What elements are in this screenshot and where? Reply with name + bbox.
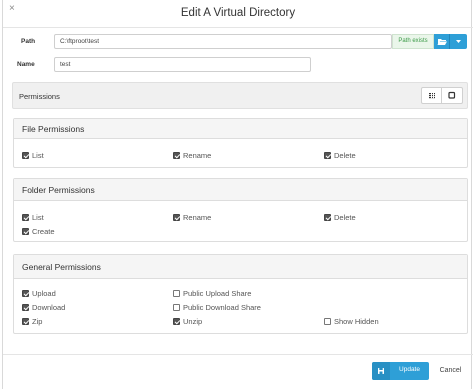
checkbox-label: Download xyxy=(32,303,66,312)
browse-folder-button[interactable] xyxy=(434,34,450,49)
general-permissions-title: General Permissions xyxy=(22,262,101,272)
checkbox-box xyxy=(22,228,29,235)
folder-open-icon xyxy=(437,39,447,45)
checkbox-label: Public Upload Share xyxy=(183,289,252,298)
checkbox-box xyxy=(324,318,331,325)
general-permissions-panel: General Permissions Upload Public Upload… xyxy=(13,254,468,334)
path-input[interactable]: C:\ftproot\test xyxy=(54,34,392,49)
permissions-header: Permissions xyxy=(12,82,468,109)
checkbox-label: Rename xyxy=(183,151,212,160)
checkbox-label: Delete xyxy=(334,151,356,160)
path-label: Path xyxy=(21,38,36,45)
checkbox-box xyxy=(22,290,29,297)
checkbox-label: Unzip xyxy=(183,317,203,326)
path-dropdown-button[interactable] xyxy=(450,34,467,49)
checkbox-box xyxy=(22,214,29,221)
checkbox-label: Rename xyxy=(183,213,212,222)
checkbox-box xyxy=(173,214,180,221)
file-permissions-header: File Permissions xyxy=(14,119,467,139)
checkbox-label: Zip xyxy=(32,317,43,326)
cancel-button[interactable]: Cancel xyxy=(434,362,467,380)
checkbox-label: List xyxy=(32,213,44,222)
single-view-button[interactable] xyxy=(442,88,462,103)
checkbox-label: Create xyxy=(32,227,55,236)
permissions-header-label: Permissions xyxy=(19,92,60,101)
permissions-view-toggle xyxy=(421,87,463,104)
checkbox-box xyxy=(324,152,331,159)
grid-icon xyxy=(429,93,435,99)
update-button-label: Update xyxy=(399,366,420,373)
dialog-title: Edit A Virtual Directory xyxy=(180,7,296,19)
checkbox-box xyxy=(22,152,29,159)
checkbox-box xyxy=(173,304,180,311)
path-status-badge: Path exists xyxy=(392,34,434,49)
checkbox-box xyxy=(173,152,180,159)
folder-permissions-header: Folder Permissions xyxy=(14,179,467,201)
checkbox-label: Delete xyxy=(334,213,356,222)
checkbox-label: List xyxy=(32,151,44,160)
folder-permissions-panel: Folder Permissions List Rename Delete Cr… xyxy=(13,178,468,242)
file-permissions-panel: File Permissions List Rename Delete xyxy=(13,118,468,168)
footer-divider xyxy=(3,354,473,355)
square-icon xyxy=(448,91,456,99)
update-button[interactable]: Update xyxy=(372,362,429,380)
checkbox-box xyxy=(173,318,180,325)
save-icon xyxy=(372,362,390,380)
checkbox-box xyxy=(173,290,180,297)
chevron-down-icon xyxy=(456,40,461,43)
folder-permissions-title: Folder Permissions xyxy=(22,185,95,195)
name-input[interactable]: test xyxy=(54,57,311,72)
checkbox-box xyxy=(324,214,331,221)
checkbox-label: Show Hidden xyxy=(334,317,379,326)
edit-virtual-directory-dialog: × Edit A Virtual Directory Path C:\ftpro… xyxy=(2,0,473,389)
checkbox-box xyxy=(22,304,29,311)
general-permissions-header: General Permissions xyxy=(14,255,467,279)
header-divider xyxy=(3,27,473,28)
checkbox-label: Public Download Share xyxy=(183,303,261,312)
checkbox-label: Upload xyxy=(32,289,56,298)
file-permissions-title: File Permissions xyxy=(22,124,85,134)
grid-view-button[interactable] xyxy=(422,88,442,103)
checkbox-box xyxy=(22,318,29,325)
name-label: Name xyxy=(17,61,35,68)
